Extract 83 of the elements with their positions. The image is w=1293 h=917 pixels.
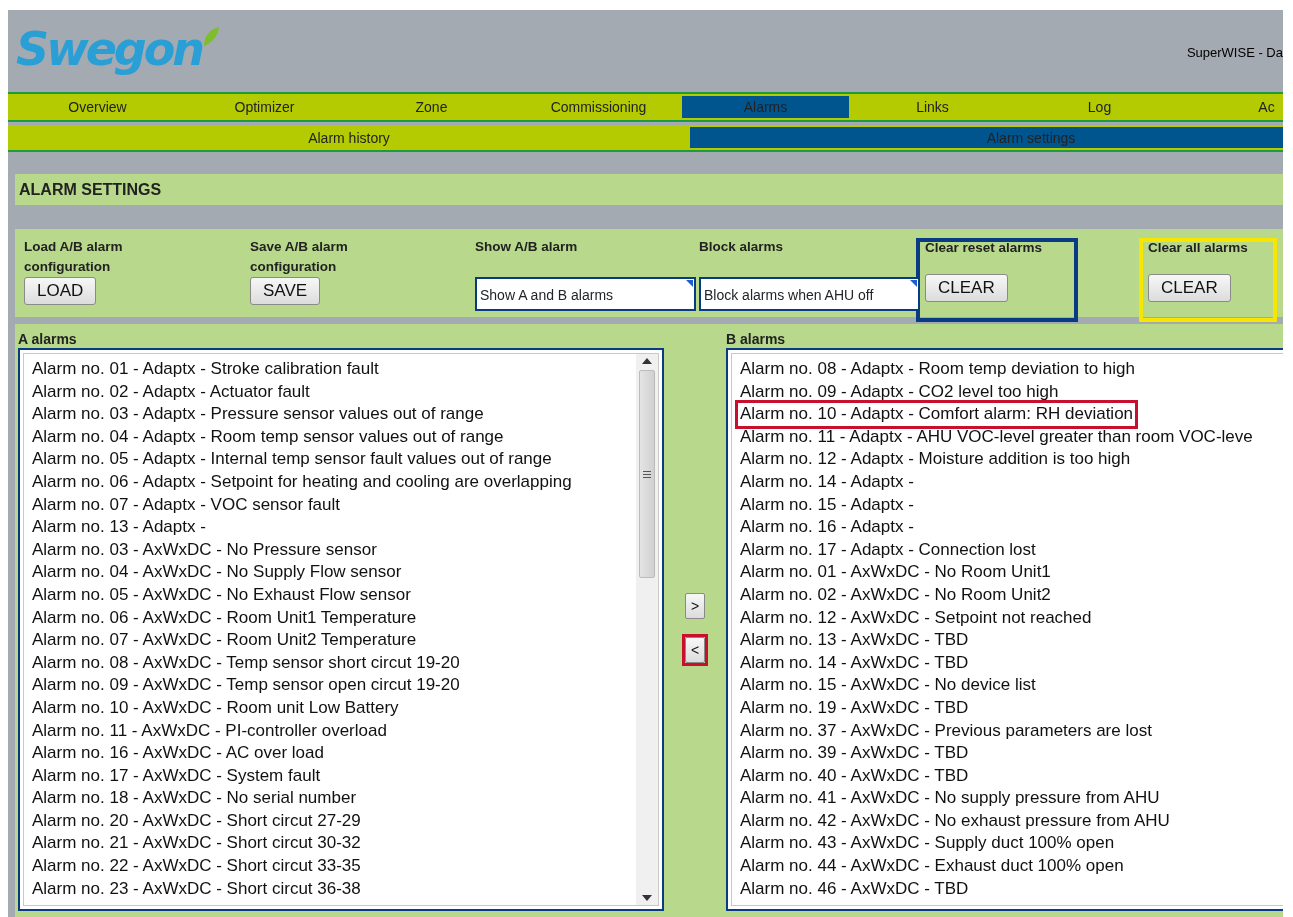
list-item[interactable]: Alarm no. 44 - AxWxDC - Exhaust duct 100% open (738, 855, 1126, 878)
list-item[interactable]: Alarm no. 04 - AxWxDC - No Supply Flow sensor (30, 561, 404, 584)
move-button[interactable]: > (685, 593, 705, 619)
list-item[interactable]: Alarm no. 13 - AxWxDC - TBD (738, 629, 971, 652)
section-title: ALARM SETTINGS (19, 179, 162, 200)
list-item[interactable]: Alarm no. 40 - AxWxDC - TBD (738, 764, 971, 788)
nav-tab[interactable]: Log (1016, 96, 1183, 118)
corner-triangle-icon (910, 280, 917, 287)
list-item[interactable]: Alarm no. 42 - AxWxDC - No exhaust pressure from AHU (738, 809, 1172, 833)
nav-tab[interactable]: Overview (14, 96, 181, 118)
list-item[interactable]: Alarm no. 19 - AxWxDC - TBD (738, 696, 971, 720)
nav-tab[interactable]: Ac (1183, 96, 1283, 118)
list-item[interactable]: Alarm no. 05 - AxWxDC - No Exhaust Flow sensor (30, 583, 413, 607)
list-title: B alarms (726, 330, 787, 348)
list-item[interactable]: Alarm no. 01 - Adaptx - Stroke calibration fault (30, 358, 381, 381)
list-item[interactable]: Alarm no. 03 - Adaptx - Pressure sensor values out of range (30, 403, 486, 426)
move-button[interactable]: < (685, 637, 705, 663)
save-button[interactable]: SAVE (250, 277, 321, 305)
scroll-up-icon[interactable] (642, 358, 652, 364)
list-item[interactable]: Alarm no. 06 - AxWxDC - Room Unit1 Temperature (30, 606, 419, 630)
list-item[interactable]: Alarm no. 10 - Adaptx - Comfort alarm: RH deviation (738, 403, 1136, 426)
list-item[interactable]: Alarm no. 14 - AxWxDC - TBD (738, 651, 971, 675)
nav-tab[interactable]: Links (849, 96, 1016, 118)
list-item[interactable]: Alarm no. 15 - Adaptx - (738, 493, 916, 517)
field-label: Load A/B alarm configuration (24, 238, 124, 276)
list-item[interactable]: Alarm no. 43 - AxWxDC - Supply duct 100% open (738, 832, 1117, 856)
nav-tab[interactable]: Zone (348, 96, 515, 118)
grip-icon (643, 470, 651, 478)
list-item[interactable]: Alarm no. 06 - Adaptx - Setpoint for heating and cooling are overlapping (30, 470, 574, 494)
field-label: Save A/B alarm configuration (250, 238, 349, 276)
list-item[interactable]: Alarm no. 13 - Adaptx - (30, 516, 208, 539)
field-label: Clear reset alarms (925, 239, 1044, 257)
list-item[interactable]: Alarm no. 22 - AxWxDC - Short circut 33-35 (30, 855, 363, 878)
field-label: Block alarms (699, 238, 785, 256)
list-item[interactable]: Alarm no. 18 - AxWxDC - No serial number (30, 787, 359, 810)
list-item[interactable]: Alarm no. 15 - AxWxDC - No device list (738, 674, 1038, 697)
list-item[interactable]: Alarm no. 10 - AxWxDC - Room unit Low Battery (30, 696, 401, 720)
list-item[interactable]: Alarm no. 09 - AxWxDC - Temp sensor open circut 19-20 (30, 674, 462, 697)
load-button[interactable]: LOAD (24, 277, 97, 305)
list-item[interactable]: Alarm no. 05 - Adaptx - Internal temp sensor fault values out of range (30, 448, 554, 471)
list-item[interactable]: Alarm no. 08 - Adaptx - Room temp deviation to high (738, 358, 1137, 381)
subnav-tab[interactable]: Alarm history (8, 127, 690, 148)
scrollbar[interactable] (636, 354, 658, 905)
list-item[interactable]: Alarm no. 01 - AxWxDC - No Room Unit1 (738, 561, 1053, 584)
list-item[interactable]: Alarm no. 16 - Adaptx - (738, 516, 916, 539)
app-title: SuperWISE - Da (1186, 44, 1283, 63)
dropdown-value: Show A and B alarms (480, 287, 614, 303)
list-item[interactable]: Alarm no. 07 - Adaptx - VOC sensor fault (30, 493, 343, 517)
list-item[interactable]: Alarm no. 23 - AxWxDC - Short circut 36-38 (30, 877, 363, 901)
list-title: A alarms (18, 330, 78, 348)
nav-tab[interactable]: Optimizer (181, 96, 348, 118)
list-item[interactable]: Alarm no. 39 - AxWxDC - TBD (738, 742, 971, 765)
list-item[interactable]: Alarm no. 21 - AxWxDC - Short circut 30-32 (30, 832, 363, 856)
field-label: Show A/B alarm (475, 238, 579, 256)
list-item[interactable]: Alarm no. 02 - AxWxDC - No Room Unit2 (738, 583, 1053, 607)
list-item[interactable]: Alarm no. 04 - Adaptx - Room temp sensor values out of range (30, 425, 506, 449)
dropdown[interactable]: Block alarms when AHU off (699, 277, 920, 311)
scroll-down-icon[interactable] (642, 895, 652, 901)
dropdown-value: Block alarms when AHU off (704, 287, 874, 303)
scrollbar-thumb[interactable] (639, 370, 655, 578)
list-item[interactable]: Alarm no. 03 - AxWxDC - No Pressure sensor (30, 538, 379, 562)
list-item[interactable]: Alarm no. 02 - Adaptx - Actuator fault (30, 380, 312, 404)
list-item[interactable]: Alarm no. 17 - Adaptx - Connection lost (738, 538, 1038, 562)
field-label: Clear all alarms (1148, 239, 1249, 257)
list-item[interactable]: Alarm no. 20 - AxWxDC - Short circut 27-29 (30, 809, 363, 833)
clear-button[interactable]: CLEAR (1148, 274, 1231, 302)
nav-tab[interactable]: Commissioning (515, 96, 682, 118)
list-item[interactable]: Alarm no. 12 - Adaptx - Moisture addition is too high (738, 448, 1133, 471)
list-item[interactable]: Alarm no. 46 - AxWxDC - TBD (738, 877, 971, 901)
list-item[interactable]: Alarm no. 12 - AxWxDC - Setpoint not reached (738, 606, 1094, 630)
list-item[interactable]: Alarm no. 09 - Adaptx - CO2 level too high (738, 380, 1061, 404)
corner-triangle-icon (686, 280, 693, 287)
list-item[interactable]: Alarm no. 11 - AxWxDC - PI-controller overload (30, 719, 389, 743)
list-item[interactable]: Alarm no. 16 - AxWxDC - AC over load (30, 742, 326, 765)
clear-button[interactable]: CLEAR (925, 274, 1008, 302)
list-item[interactable]: Alarm no. 17 - AxWxDC - System fault (30, 764, 323, 788)
list-item[interactable]: Alarm no. 14 - Adaptx - (738, 470, 916, 494)
list-item[interactable]: Alarm no. 37 - AxWxDC - Previous parameters are lost (738, 719, 1154, 743)
dropdown[interactable]: Show A and B alarms (475, 277, 696, 311)
list-item[interactable]: Alarm no. 11 - Adaptx - AHU VOC-level greater than room VOC-leve (738, 425, 1255, 449)
list-item[interactable]: Alarm no. 41 - AxWxDC - No supply pressure from AHU (738, 787, 1162, 810)
list-item[interactable]: Alarm no. 08 - AxWxDC - Temp sensor short circut 19-20 (30, 651, 462, 675)
list-item[interactable]: Alarm no. 07 - AxWxDC - Room Unit2 Temperature (30, 629, 419, 652)
